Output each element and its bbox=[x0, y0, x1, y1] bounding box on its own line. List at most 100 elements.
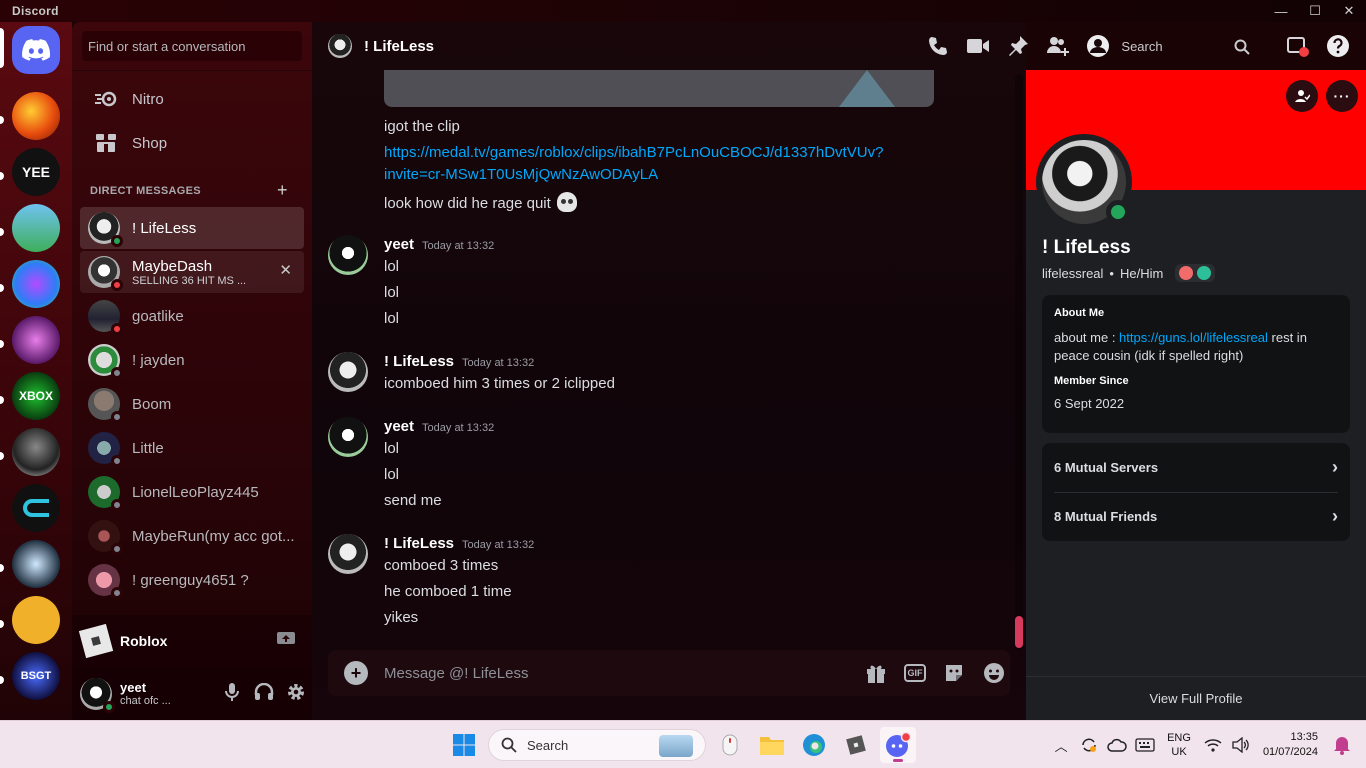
server-icon[interactable] bbox=[12, 540, 60, 588]
close-window-button[interactable]: ✕ bbox=[1332, 0, 1366, 22]
dm-item[interactable]: ! jayden bbox=[80, 339, 304, 381]
home-button[interactable] bbox=[12, 26, 60, 74]
wifi-icon[interactable] bbox=[1199, 729, 1227, 761]
headphones-icon[interactable] bbox=[254, 681, 274, 703]
message-avatar[interactable] bbox=[328, 417, 368, 457]
server-icon[interactable] bbox=[12, 596, 60, 644]
dm-item[interactable]: ! LifeLess bbox=[80, 207, 304, 249]
message-avatar[interactable] bbox=[328, 352, 368, 392]
message-text: lol bbox=[384, 258, 400, 275]
start-button[interactable] bbox=[446, 727, 482, 763]
server-icon[interactable] bbox=[12, 92, 60, 140]
close-dm-icon[interactable]: ✕ bbox=[279, 261, 292, 279]
emoji-icon[interactable] bbox=[982, 661, 1006, 685]
keyboard-icon[interactable] bbox=[1131, 729, 1159, 761]
add-friend-icon[interactable] bbox=[1286, 80, 1318, 112]
message-author[interactable]: ! LifeLess bbox=[384, 353, 454, 370]
header-search-input[interactable]: Search bbox=[1121, 34, 1250, 58]
dm-item[interactable]: LionelLeoPlayz445 bbox=[80, 471, 304, 513]
message-text: lol bbox=[384, 440, 400, 457]
server-icon[interactable] bbox=[12, 428, 60, 476]
more-options-icon[interactable]: ··· bbox=[1326, 80, 1358, 112]
server-icon[interactable] bbox=[12, 204, 60, 252]
user-profile-toggle-icon[interactable] bbox=[1086, 34, 1110, 58]
dm-item[interactable]: Boom bbox=[80, 383, 304, 425]
message-avatar[interactable] bbox=[328, 235, 368, 275]
server-icon[interactable] bbox=[12, 484, 60, 532]
message-timestamp: Today at 13:32 bbox=[462, 357, 535, 369]
notification-bell-icon[interactable] bbox=[1328, 729, 1356, 761]
upload-plus-icon[interactable]: + bbox=[344, 661, 368, 685]
view-full-profile-button[interactable]: View Full Profile bbox=[1026, 676, 1366, 720]
microphone-icon[interactable] bbox=[222, 681, 242, 703]
skull-emoji-icon bbox=[556, 192, 577, 212]
user-avatar[interactable] bbox=[80, 677, 115, 713]
find-conversation-input[interactable]: Find or start a conversation bbox=[82, 31, 302, 61]
weather-cloud-icon[interactable] bbox=[1103, 729, 1131, 761]
add-friends-to-dm-icon[interactable] bbox=[1046, 34, 1070, 58]
taskbar-search[interactable]: Search bbox=[488, 729, 706, 761]
chat-header: ! LifeLess Search bbox=[312, 22, 1250, 70]
help-icon[interactable] bbox=[1326, 34, 1350, 58]
message-author[interactable]: yeet bbox=[384, 418, 414, 435]
chat-avatar bbox=[328, 34, 352, 58]
server-icon[interactable] bbox=[12, 316, 60, 364]
chevron-up-icon[interactable]: ︿ bbox=[1047, 729, 1075, 761]
activity-bar[interactable]: Roblox bbox=[72, 615, 312, 667]
profile-username: lifelessreal bbox=[1042, 265, 1104, 281]
server-icon[interactable]: BSGT bbox=[12, 652, 60, 700]
badge-icon[interactable] bbox=[1179, 266, 1194, 280]
message-author[interactable]: ! LifeLess bbox=[384, 535, 454, 552]
chat-scrollbar-track[interactable] bbox=[1015, 74, 1023, 650]
server-icon[interactable]: YEE bbox=[12, 148, 60, 196]
video-call-icon[interactable] bbox=[966, 34, 990, 58]
server-icon[interactable]: XBOX bbox=[12, 372, 60, 420]
file-explorer-icon[interactable] bbox=[754, 727, 790, 763]
mutuals-card: 6 Mutual Servers › 8 Mutual Friends › bbox=[1042, 443, 1350, 541]
message-composer[interactable]: + Message @! LifeLess GIF bbox=[328, 650, 1010, 696]
dm-name: ! jayden bbox=[132, 351, 185, 369]
minimize-button[interactable]: — bbox=[1264, 0, 1298, 22]
clip-link-continued[interactable]: invite=cr-MSw1T0UsMjQwNzAwODAyLA bbox=[384, 166, 658, 183]
user-name: yeet bbox=[120, 680, 147, 695]
gif-picker-icon[interactable]: GIF bbox=[904, 664, 926, 682]
nitro-nav-item[interactable]: Nitro bbox=[80, 78, 304, 120]
mutual-servers-row[interactable]: 6 Mutual Servers › bbox=[1054, 443, 1338, 492]
mouse-app-icon[interactable] bbox=[712, 727, 748, 763]
share-screen-icon[interactable] bbox=[276, 631, 296, 652]
gift-icon[interactable] bbox=[864, 661, 888, 685]
inbox-icon[interactable] bbox=[1286, 34, 1310, 58]
about-me-link[interactable]: https://guns.lol/lifelessreal bbox=[1119, 330, 1268, 345]
pinned-messages-icon[interactable] bbox=[1006, 34, 1030, 58]
badge-icon[interactable] bbox=[1197, 266, 1212, 280]
dm-item[interactable]: MaybeDash SELLING 36 HIT MS ... ✕ bbox=[80, 251, 304, 293]
input-language[interactable]: ENG UK bbox=[1167, 731, 1191, 759]
discord-taskbar-icon[interactable] bbox=[880, 727, 916, 763]
chat-scrollbar-thumb[interactable] bbox=[1015, 616, 1023, 648]
dm-item[interactable]: goatlike bbox=[80, 295, 304, 337]
server-icon[interactable] bbox=[12, 260, 60, 308]
clip-link[interactable]: https://medal.tv/games/roblox/clips/ibah… bbox=[384, 144, 883, 161]
dm-item[interactable]: MaybeRun(my acc got... bbox=[80, 515, 304, 557]
message-author[interactable]: yeet bbox=[384, 236, 414, 253]
create-dm-button[interactable]: + bbox=[277, 180, 288, 201]
dm-name: ! greenguy4651 ? bbox=[132, 571, 249, 589]
message-input[interactable]: Message @! LifeLess bbox=[384, 665, 528, 682]
dm-name: goatlike bbox=[132, 307, 184, 325]
maximize-button[interactable]: ☐ bbox=[1298, 0, 1332, 22]
message-avatar[interactable] bbox=[328, 534, 368, 574]
roblox-taskbar-icon[interactable] bbox=[838, 727, 874, 763]
sync-icon[interactable] bbox=[1075, 729, 1103, 761]
dm-item[interactable]: ! greenguy4651 ? bbox=[80, 559, 304, 601]
volume-icon[interactable] bbox=[1227, 729, 1255, 761]
status-online bbox=[111, 235, 123, 247]
settings-gear-icon[interactable] bbox=[286, 681, 306, 703]
voice-call-icon[interactable] bbox=[926, 34, 950, 58]
dm-item[interactable]: Little bbox=[80, 427, 304, 469]
embed-image[interactable] bbox=[384, 70, 934, 107]
shop-nav-item[interactable]: Shop bbox=[80, 122, 304, 164]
system-clock[interactable]: 13:35 01/07/2024 bbox=[1263, 730, 1318, 760]
edge-browser-icon[interactable] bbox=[796, 727, 832, 763]
mutual-friends-row[interactable]: 8 Mutual Friends › bbox=[1054, 492, 1338, 541]
sticker-icon[interactable] bbox=[942, 661, 966, 685]
